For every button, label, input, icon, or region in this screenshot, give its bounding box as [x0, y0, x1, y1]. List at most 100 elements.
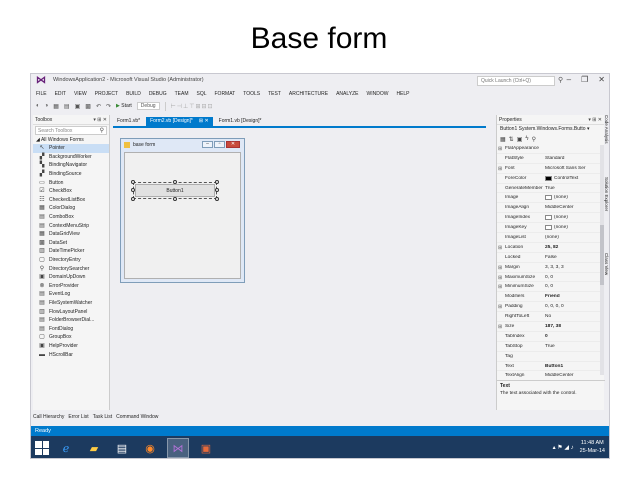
property-value[interactable]: (none)	[545, 195, 604, 201]
property-value[interactable]: Microsoft Sans Ser	[545, 166, 604, 171]
menu-build[interactable]: BUILD	[126, 91, 141, 97]
internet-explorer-icon[interactable]: ℯ	[55, 438, 77, 458]
forward-icon[interactable]: ◑	[45, 103, 49, 109]
save-icon[interactable]: ▣	[75, 103, 81, 110]
form-window[interactable]: base form – ▫ ✕ Button1	[120, 138, 245, 283]
menu-window[interactable]: WINDOW	[366, 91, 388, 97]
resize-handle[interactable]	[215, 188, 219, 192]
clock[interactable]: 11:48 AM 25-Mar-14	[580, 439, 605, 455]
property-value[interactable]: No	[545, 314, 604, 319]
property-row[interactable]: MinimumSize0, 0	[497, 282, 604, 293]
toolbox-item[interactable]: ▩ DataSet	[33, 239, 109, 248]
redo-icon[interactable]: ↷	[106, 103, 111, 110]
powerpoint-icon[interactable]: ▣	[195, 438, 217, 458]
side-tab-code-analysis[interactable]: Code Analysis	[604, 115, 609, 144]
toolbox-item[interactable]: ⚲ DirectorySearcher	[33, 264, 109, 273]
property-row[interactable]: ForeColor ControlText	[497, 174, 604, 184]
property-row[interactable]: FlatAppearance	[497, 144, 604, 154]
undo-icon[interactable]: ↶	[96, 103, 101, 110]
property-row[interactable]: RightToLeft No	[497, 312, 604, 323]
toolbox-item[interactable]: ▤ FolderBrowserDial...	[33, 316, 109, 325]
tab-close-icon[interactable]: ⊞ ✕	[199, 118, 209, 124]
close-button[interactable]: ✕	[598, 75, 605, 84]
menu-debug[interactable]: DEBUG	[149, 91, 167, 97]
toolbox-item[interactable]: ▤ ContextMenuStrip	[33, 221, 109, 230]
property-row[interactable]: ImageAlign MiddleCenter	[497, 203, 604, 214]
toolbox-item[interactable]: ↖ Pointer	[33, 144, 109, 153]
property-row[interactable]: Padding0, 0, 0, 0	[497, 302, 604, 313]
designer-button1[interactable]: Button1	[135, 184, 215, 197]
property-row[interactable]: ImageList (none)	[497, 233, 604, 243]
toolbox-item[interactable]: ☷ CheckedListBox	[33, 196, 109, 205]
toolbox-item[interactable]: ▭ Button	[33, 178, 109, 187]
resize-handle[interactable]	[131, 188, 135, 192]
menu-help[interactable]: HELP	[396, 91, 409, 97]
menu-test[interactable]: TEST	[268, 91, 281, 97]
visual-studio-taskbar-icon[interactable]: ⋈	[167, 438, 189, 458]
menu-tools[interactable]: TOOLS	[243, 91, 260, 97]
resize-handle[interactable]	[215, 197, 219, 201]
tab-task-list[interactable]: Task List	[93, 414, 112, 423]
property-value[interactable]: Standard	[545, 156, 604, 161]
toolbox-item[interactable]: ▤ FileSystemWatcher	[33, 299, 109, 308]
property-value[interactable]: True	[545, 186, 604, 191]
open-icon[interactable]: ▤	[64, 103, 70, 110]
menu-file[interactable]: FILE	[36, 91, 47, 97]
property-value[interactable]: 25, 82	[545, 245, 604, 250]
property-row[interactable]: Image (none)	[497, 193, 604, 204]
property-value[interactable]: 0	[545, 334, 604, 339]
properties-object-select[interactable]: Button1 System.Windows.Forms.Butto ▾	[497, 125, 604, 134]
resize-handle[interactable]	[173, 197, 177, 201]
property-row[interactable]: FontMicrosoft Sans Ser	[497, 164, 604, 174]
property-row[interactable]: GenerateMember True	[497, 184, 604, 194]
property-pages-icon[interactable]: ⚲	[532, 136, 536, 143]
property-row[interactable]: Tag	[497, 352, 604, 362]
document-tab[interactable]: Form1.vb*	[113, 117, 145, 126]
back-icon[interactable]: ◐	[36, 103, 40, 109]
form-client-area[interactable]: Button1	[124, 152, 241, 279]
property-value[interactable]: MiddleCenter	[545, 205, 604, 210]
quick-launch-input[interactable]: Quick Launch (Ctrl+Q)	[477, 76, 555, 86]
side-tab-solution-explorer[interactable]: Solution Explorer	[604, 177, 609, 211]
categorized-icon[interactable]: ▦	[500, 136, 506, 143]
property-row[interactable]: MaximumSize0, 0	[497, 273, 604, 283]
menu-sql[interactable]: SQL	[196, 91, 206, 97]
property-value[interactable]: 0, 0	[545, 284, 604, 289]
windows-start-icon[interactable]	[35, 441, 49, 455]
property-value[interactable]: 0, 0, 0, 0	[545, 304, 604, 309]
document-tab[interactable]: Form2.vb [Design]* ⊞ ✕	[146, 117, 213, 126]
menu-analyze[interactable]: ANALYZE	[336, 91, 358, 97]
menu-architecture[interactable]: ARCHITECTURE	[289, 91, 328, 97]
start-button[interactable]: ▶ Start	[116, 103, 132, 109]
menu-edit[interactable]: EDIT	[55, 91, 66, 97]
tab-error-list[interactable]: Error List	[68, 414, 88, 423]
toolbox-item[interactable]: ▤ ComboBox	[33, 213, 109, 222]
property-value[interactable]: 0, 0	[545, 275, 604, 280]
property-row[interactable]: ImageIndex (none)	[497, 213, 604, 224]
minimize-button[interactable]: –	[567, 75, 571, 84]
toolbox-item[interactable]: ▢ DirectoryEntry	[33, 256, 109, 265]
save-all-icon[interactable]: ▩	[85, 103, 91, 110]
property-row[interactable]: FlatStyle Standard	[497, 154, 604, 164]
property-row[interactable]: Modifiers Friend	[497, 292, 604, 303]
tray-icons[interactable]: ▴ ⚑ ◢ ♪	[553, 444, 574, 451]
property-value[interactable]: Button1	[545, 364, 604, 369]
toolbox-item[interactable]: ▥ DateTimePicker	[33, 247, 109, 256]
property-row[interactable]: ImageKey (none)	[497, 223, 604, 234]
properties-pane-controls[interactable]: ▾ ⊞ ✕	[588, 117, 602, 123]
menu-team[interactable]: TEAM	[175, 91, 189, 97]
properties-icon[interactable]: ▣	[517, 136, 523, 143]
toolbox-item[interactable]: ▦ DataGridView	[33, 230, 109, 239]
toolbox-group-all-windows-forms[interactable]: ◢ All Windows Forms	[33, 136, 109, 144]
configuration-select[interactable]: Debug	[136, 102, 160, 110]
resize-handle[interactable]	[173, 180, 177, 184]
property-row[interactable]: Margin3, 3, 3, 3	[497, 263, 604, 273]
property-row[interactable]: TabStop True	[497, 342, 604, 352]
tab-call-hierarchy[interactable]: Call Hierarchy	[33, 414, 64, 423]
property-value[interactable]: 3, 3, 3, 3	[545, 265, 604, 270]
property-value[interactable]: Friend	[545, 294, 604, 299]
property-row[interactable]: TabIndex 0	[497, 332, 604, 342]
property-value[interactable]: 187, 38	[545, 324, 604, 329]
toolbox-item[interactable]: ☑ CheckBox	[33, 187, 109, 196]
property-value[interactable]: MiddleCenter	[545, 373, 604, 378]
